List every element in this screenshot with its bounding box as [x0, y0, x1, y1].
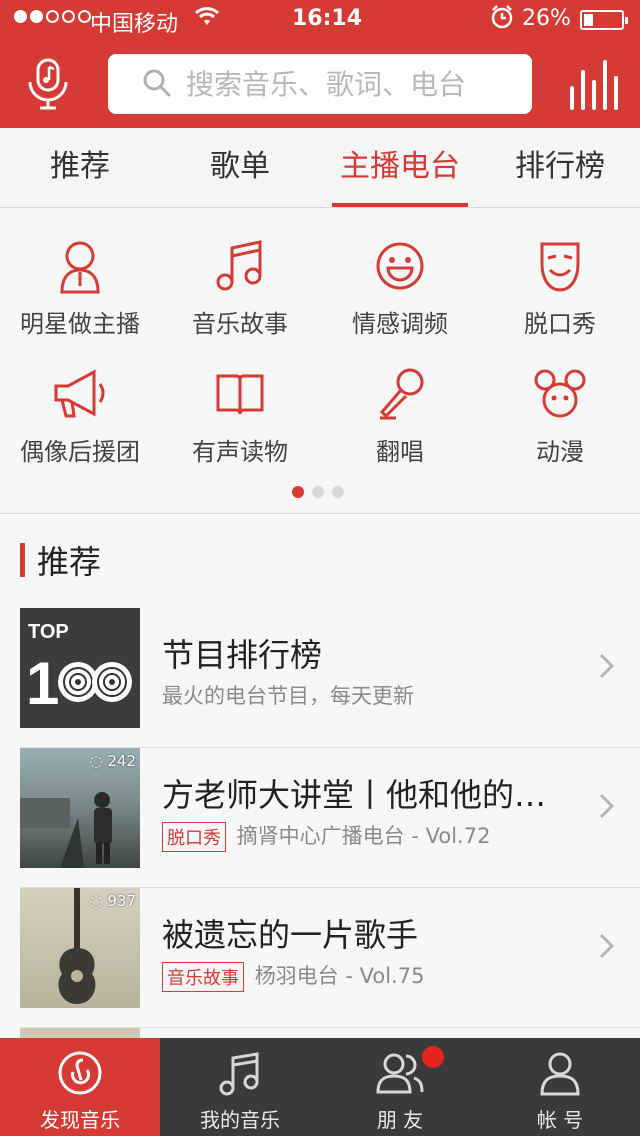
friends-icon — [376, 1053, 424, 1094]
chevron-right-icon — [599, 933, 615, 959]
equalizer-icon[interactable] — [566, 58, 620, 110]
list-item-partial[interactable] — [20, 1028, 140, 1038]
item-title: 方老师大讲堂丨他和他的… — [162, 776, 547, 814]
music-note-icon — [216, 240, 262, 291]
carrier-name: 中国移动 — [90, 12, 179, 37]
nav-label: 朋 友 — [376, 1108, 424, 1132]
category-label: 偶像后援团 — [20, 438, 140, 466]
page-dot — [312, 486, 324, 498]
chevron-right-icon — [599, 653, 615, 679]
category-label: 动漫 — [536, 438, 584, 466]
category-idol-fans[interactable]: 偶像后援团 — [0, 366, 160, 486]
item-source: 摘肾中心广播电台 - Vol.72 — [236, 824, 491, 848]
nav-label: 我的音乐 — [200, 1108, 280, 1132]
category-label: 音乐故事 — [192, 310, 288, 338]
list-item[interactable]: ◌ 242 方老师大讲堂丨他和他的… 脱口秀 摘肾中心广播电台 - Vol.72 — [0, 748, 640, 888]
search-box[interactable] — [108, 54, 532, 114]
list-item[interactable]: ◌ 937 被遗忘的一片歌手 音乐故事 杨羽电台 - Vol.75 — [0, 888, 640, 1028]
bottom-navigation: 发现音乐 我的音乐 朋 友 帐 号 — [0, 1038, 640, 1136]
signal-dot — [46, 10, 59, 23]
alarm-icon — [491, 5, 513, 29]
play-count: ◌ 937 — [89, 892, 137, 910]
category-audiobook[interactable]: 有声读物 — [160, 366, 320, 486]
item-source: 杨羽电台 - Vol.75 — [254, 964, 425, 988]
music-note-icon — [219, 1052, 259, 1096]
smiley-icon — [376, 242, 424, 290]
page-indicator[interactable] — [292, 486, 344, 498]
section-header: 推荐 — [20, 540, 102, 581]
app-header: 中国移动 16:14 26% — [0, 0, 640, 128]
nav-label: 发现音乐 — [40, 1108, 120, 1132]
item-subtitle: 脱口秀 摘肾中心广播电台 - Vol.72 — [162, 820, 490, 852]
nav-account[interactable]: 帐 号 — [480, 1038, 640, 1136]
battery-percent: 26% — [522, 6, 571, 31]
search-icon — [143, 69, 171, 97]
battery-icon — [580, 10, 628, 30]
battery-fill — [584, 14, 593, 26]
category-star-host[interactable]: 明星做主播 — [0, 238, 160, 358]
category-anime[interactable]: 动漫 — [480, 366, 640, 486]
tab-radio[interactable]: 主播电台 — [320, 128, 480, 207]
tab-recommend[interactable]: 推荐 — [0, 128, 160, 207]
mask-icon — [540, 242, 580, 292]
category-cover[interactable]: 翻唱 — [320, 366, 480, 486]
status-bar: 中国移动 16:14 26% — [0, 0, 640, 40]
nav-my-music[interactable]: 我的音乐 — [160, 1038, 320, 1136]
thumbnail-photo: ◌ 242 — [20, 748, 140, 868]
item-subtitle: 音乐故事 杨羽电台 - Vol.75 — [162, 960, 424, 992]
category-tag: 脱口秀 — [162, 822, 226, 852]
section-title: 推荐 — [37, 543, 102, 581]
category-music-story[interactable]: 音乐故事 — [160, 238, 320, 358]
microphone-music-icon[interactable] — [22, 58, 74, 110]
page-dot — [292, 486, 304, 498]
nav-label: 帐 号 — [536, 1108, 584, 1132]
category-label: 情感调频 — [352, 310, 448, 338]
item-subtitle: 最火的电台节目，每天更新 — [162, 684, 414, 708]
book-icon — [216, 374, 264, 415]
radio-category-grid: 明星做主播 音乐故事 情感调频 脱口秀 偶像后援团 有声读物 翻唱 动漫 — [0, 208, 640, 512]
clock: 16:14 — [292, 6, 363, 31]
nav-friends[interactable]: 朋 友 — [320, 1038, 480, 1136]
signal-dot — [14, 10, 27, 23]
page-dot — [332, 486, 344, 498]
category-label: 明星做主播 — [20, 310, 140, 338]
top100-artwork: TOP 1 — [20, 608, 140, 728]
chevron-right-icon — [599, 793, 615, 819]
category-tabs: 推荐 歌单 主播电台 排行榜 — [0, 128, 640, 208]
play-count: ◌ 242 — [89, 752, 137, 770]
signal-strength — [14, 10, 91, 23]
svg-text:1: 1 — [26, 650, 59, 717]
list-item[interactable]: TOP 1 节目排行榜 最火的电台节目，每天更新 — [0, 608, 640, 748]
thumbnail-top100: TOP 1 — [20, 608, 140, 728]
svg-text:TOP: TOP — [28, 621, 69, 643]
category-label: 翻唱 — [376, 438, 424, 466]
thumbnail-guitar: ◌ 937 — [20, 888, 140, 1008]
category-label: 有声读物 — [192, 438, 288, 466]
star-host-icon — [60, 241, 100, 294]
signal-dot — [62, 10, 75, 23]
item-title: 节目排行榜 — [162, 636, 323, 674]
mouse-ears-icon — [534, 369, 586, 418]
item-title: 被遗忘的一片歌手 — [162, 916, 419, 954]
wifi-icon — [194, 7, 220, 25]
megaphone-icon — [54, 369, 105, 418]
microphone-icon — [379, 368, 424, 420]
netease-logo-icon — [58, 1051, 102, 1095]
category-tag: 音乐故事 — [162, 962, 244, 992]
tab-playlists[interactable]: 歌单 — [160, 128, 320, 207]
category-emotion[interactable]: 情感调频 — [320, 238, 480, 358]
tab-charts[interactable]: 排行榜 — [480, 128, 640, 207]
section-marker — [20, 543, 25, 577]
search-input[interactable] — [186, 62, 516, 106]
divider — [0, 513, 640, 514]
signal-dot — [30, 10, 43, 23]
notification-badge — [422, 1046, 444, 1068]
nav-discover[interactable]: 发现音乐 — [0, 1038, 160, 1136]
category-label: 脱口秀 — [524, 310, 596, 338]
account-icon — [540, 1052, 580, 1096]
category-talk-show[interactable]: 脱口秀 — [480, 238, 640, 358]
